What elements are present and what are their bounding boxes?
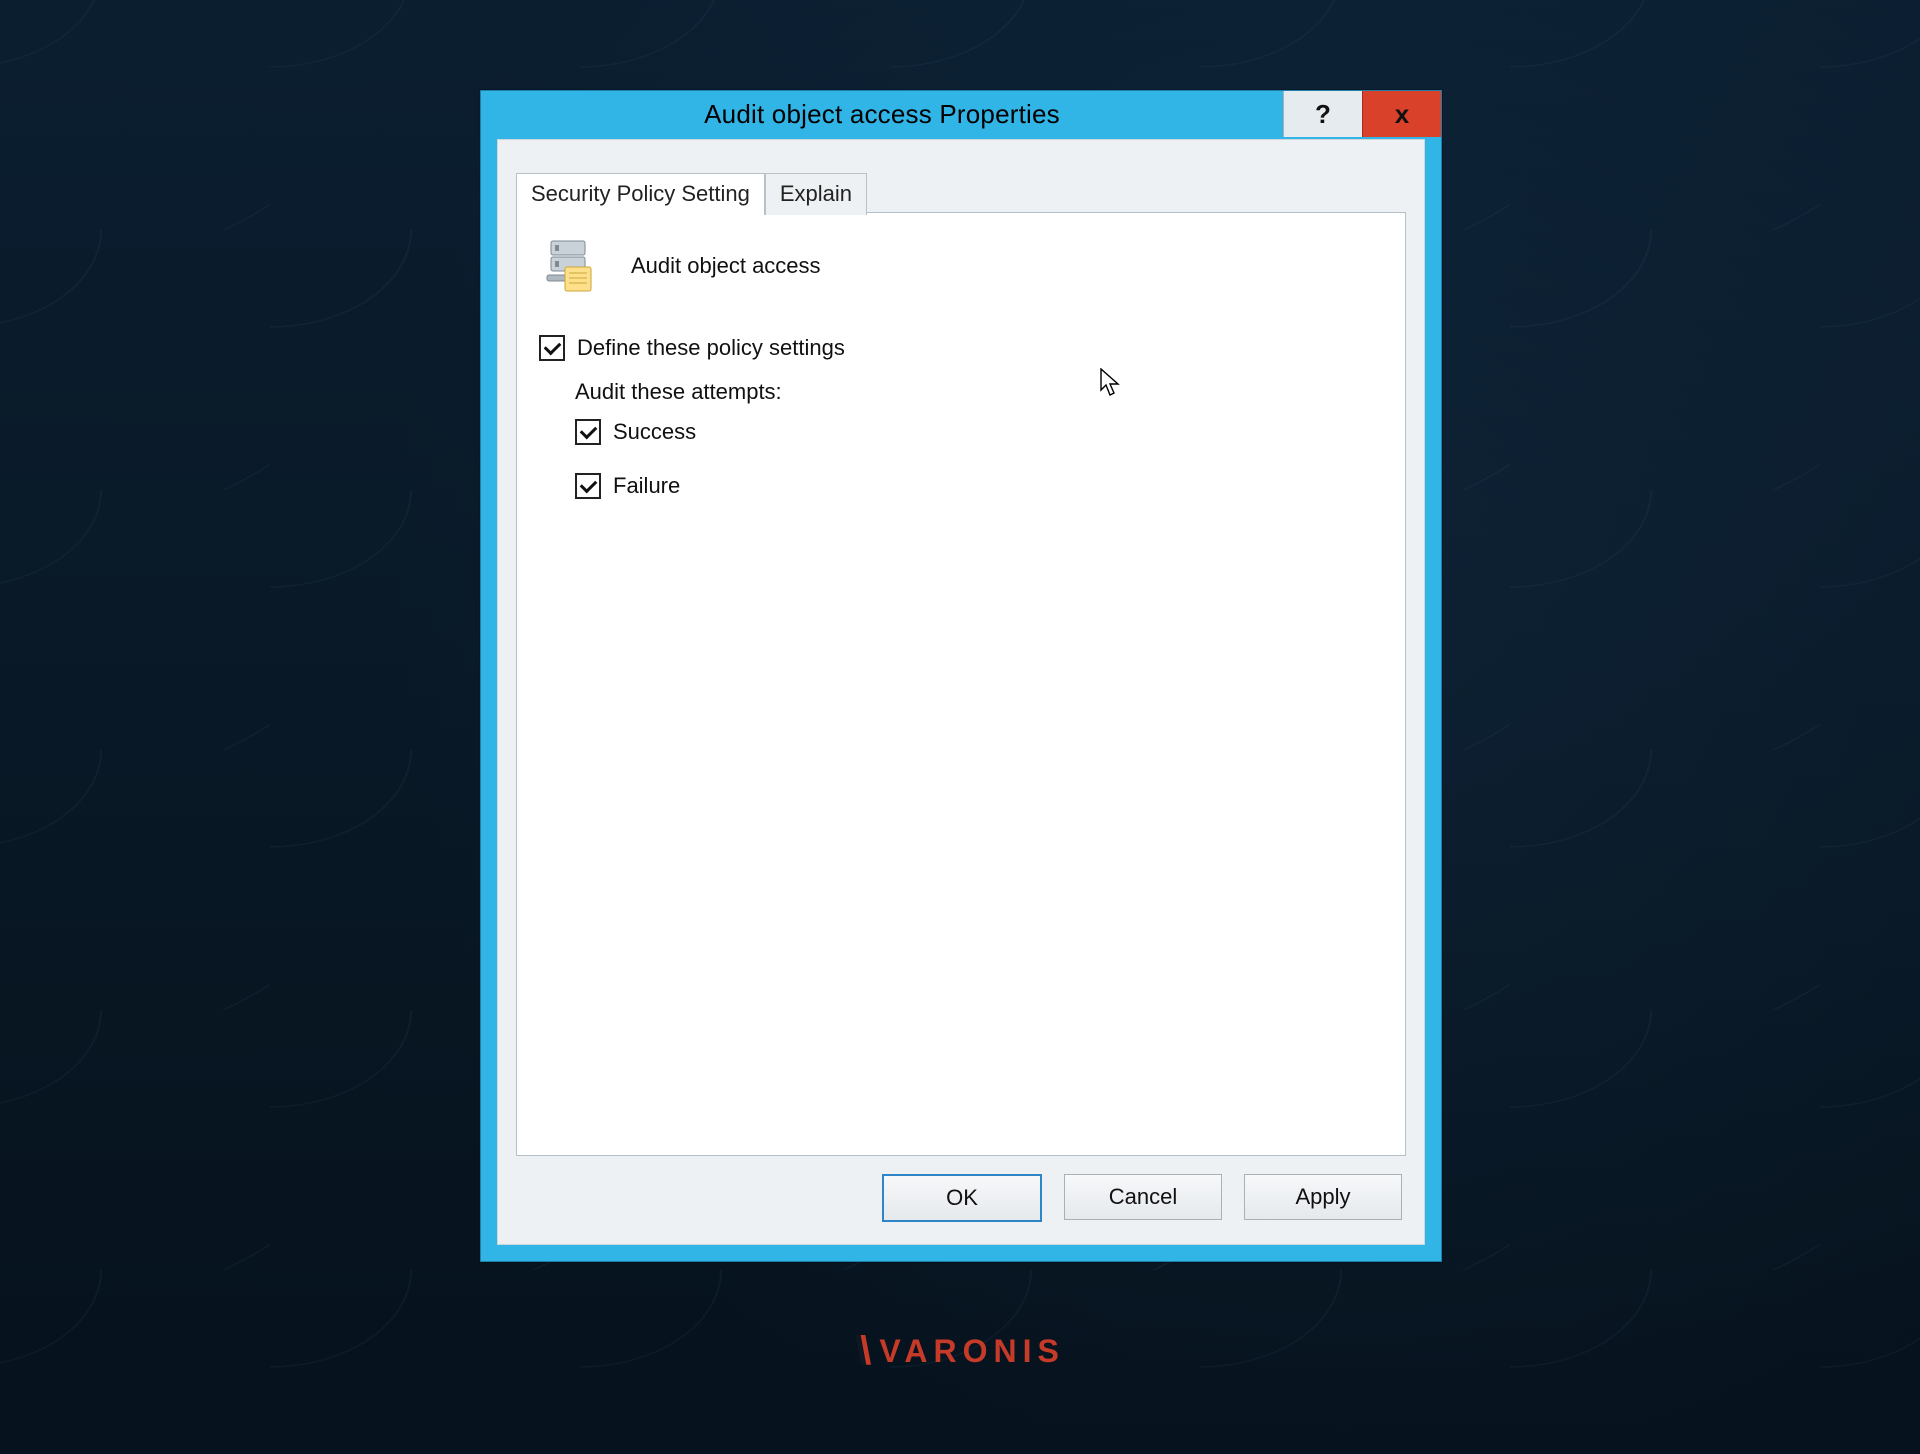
cancel-button[interactable]: Cancel (1064, 1174, 1222, 1220)
policy-header: Audit object access (545, 237, 1383, 295)
help-button[interactable]: ? (1283, 91, 1362, 137)
brand-name: VARONIS (879, 1333, 1064, 1370)
tab-security-policy-setting[interactable]: Security Policy Setting (516, 173, 765, 215)
tabstrip: Security Policy Setting Explain (516, 172, 867, 214)
policy-icon (545, 237, 609, 295)
audit-attempts-group: Success Failure (575, 419, 1383, 507)
success-row[interactable]: Success (575, 419, 1383, 445)
tab-page-security: Audit object access Define these policy … (516, 212, 1406, 1156)
apply-button[interactable]: Apply (1244, 1174, 1402, 1220)
success-checkbox[interactable] (575, 419, 601, 445)
failure-label: Failure (613, 473, 680, 499)
close-button[interactable]: x (1362, 91, 1441, 137)
titlebar-buttons: ? x (1283, 91, 1441, 137)
success-label: Success (613, 419, 696, 445)
audit-attempts-heading: Audit these attempts: (575, 379, 1383, 405)
define-policy-checkbox[interactable] (539, 335, 565, 361)
ok-button[interactable]: OK (882, 1174, 1042, 1222)
properties-dialog: Audit object access Properties ? x Secur… (480, 90, 1442, 1262)
dialog-client-area: Security Policy Setting Explain (497, 139, 1425, 1245)
brand-logo: \\ VARONIS (855, 1329, 1065, 1374)
dialog-buttons: OK Cancel Apply (882, 1174, 1402, 1222)
define-policy-row[interactable]: Define these policy settings (539, 335, 1383, 361)
titlebar[interactable]: Audit object access Properties ? x (481, 91, 1441, 137)
define-policy-label: Define these policy settings (577, 335, 845, 361)
policy-name: Audit object access (631, 253, 821, 279)
brand-slash-icon: \\ (855, 1329, 865, 1374)
window-title: Audit object access Properties (481, 91, 1283, 137)
tab-explain[interactable]: Explain (765, 173, 867, 215)
failure-row[interactable]: Failure (575, 473, 1383, 499)
failure-checkbox[interactable] (575, 473, 601, 499)
